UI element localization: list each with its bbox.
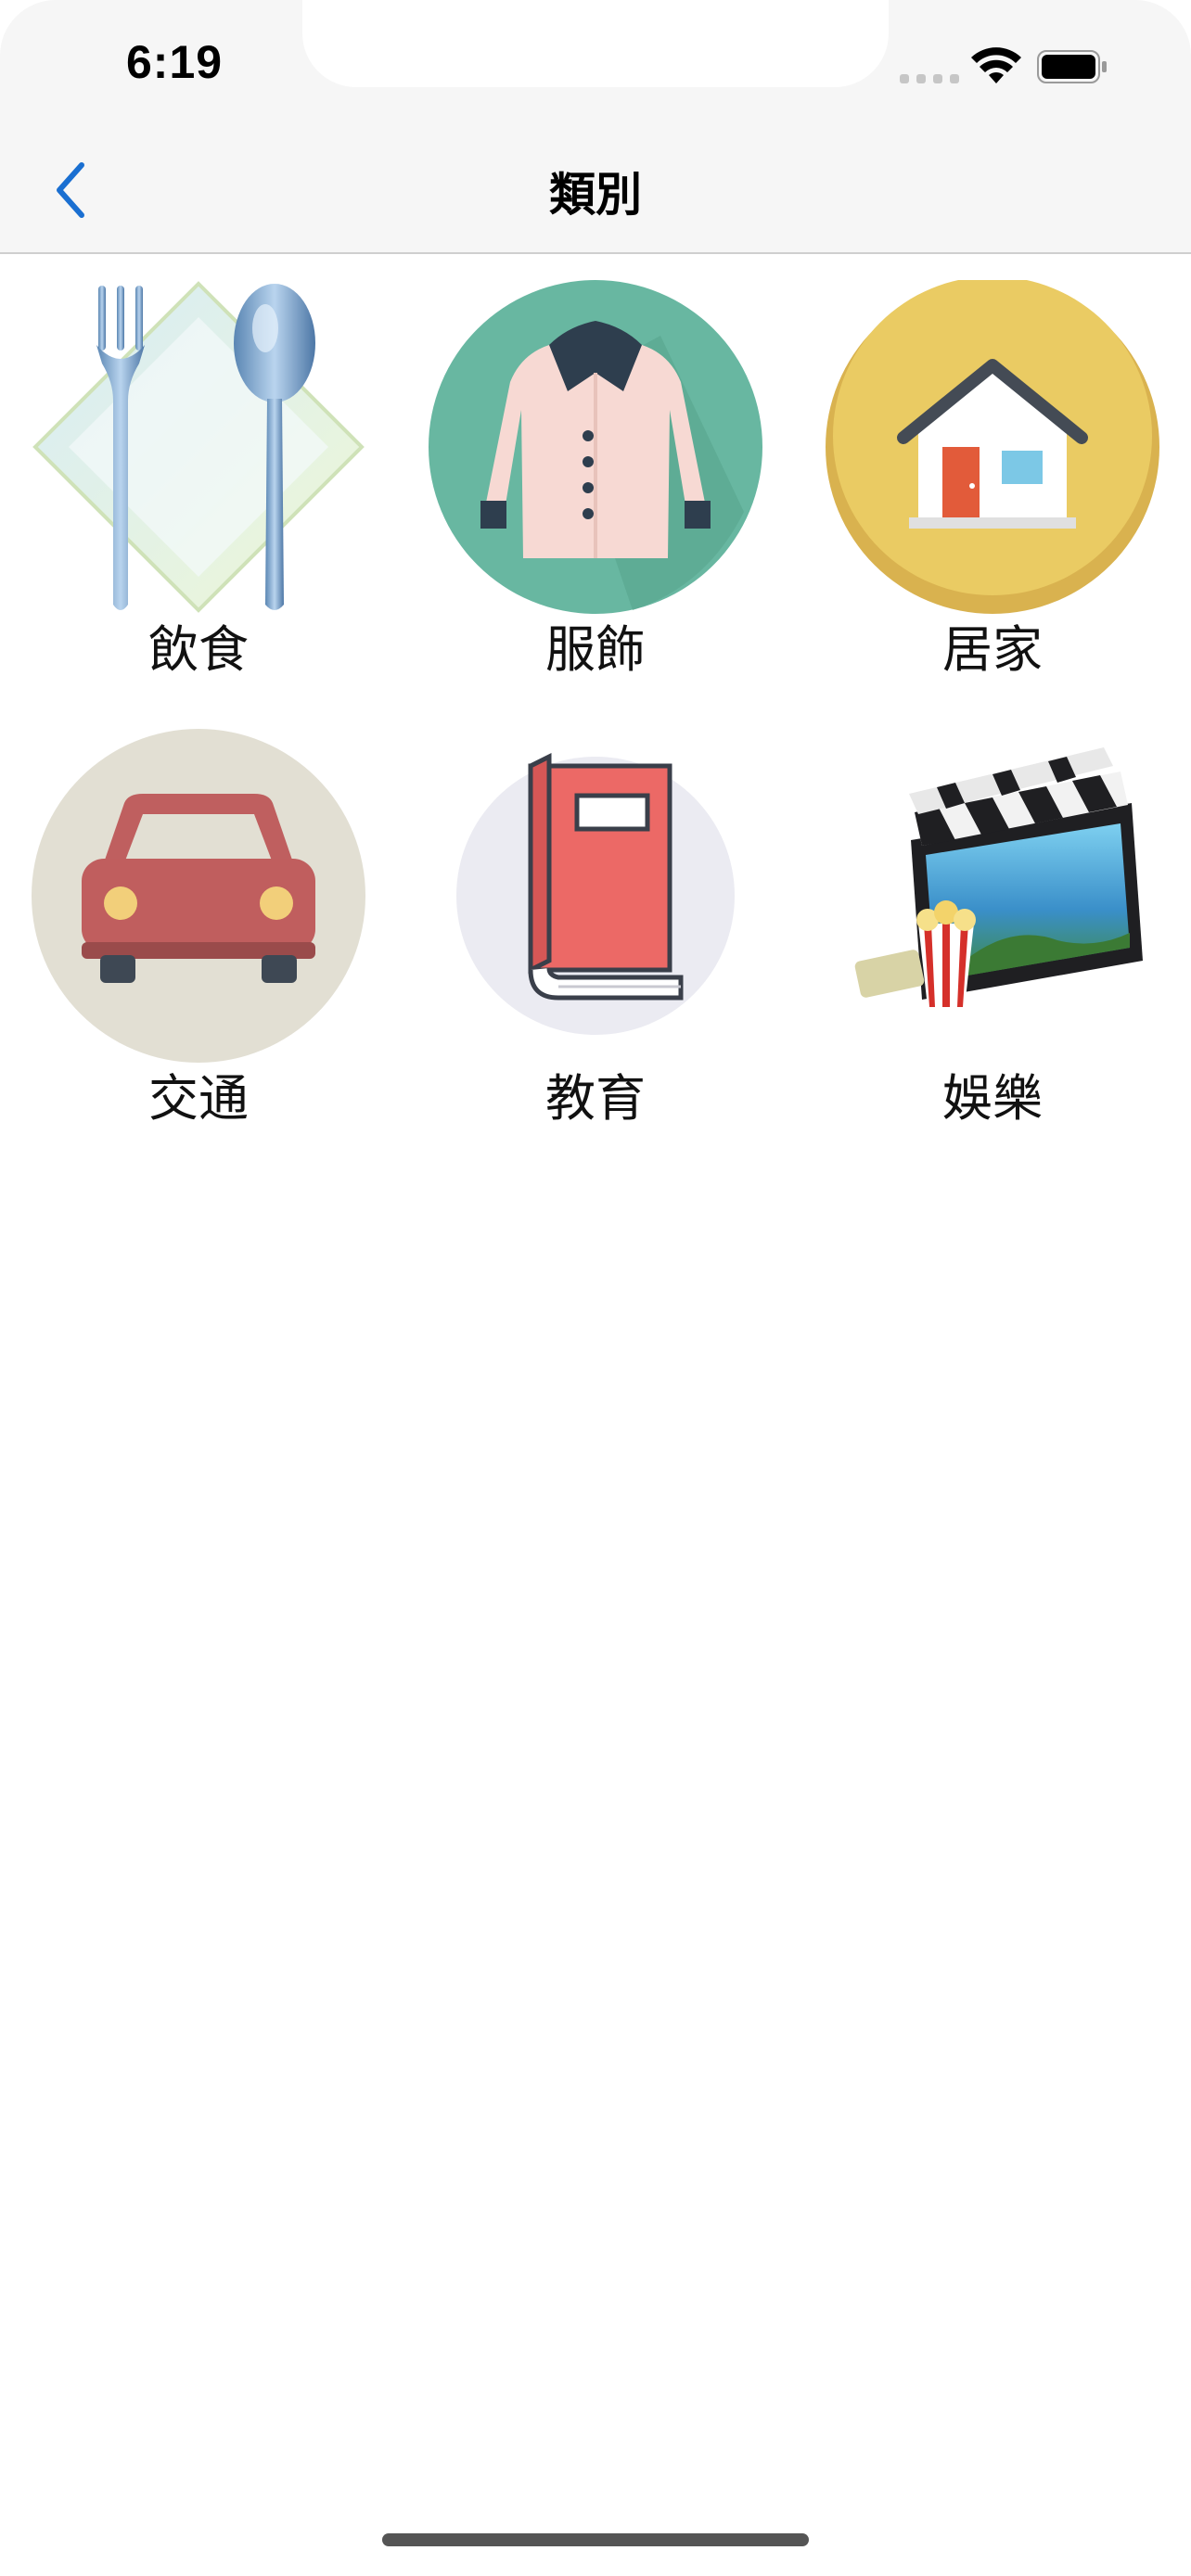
category-education[interactable]: 教育 xyxy=(397,707,794,1142)
house-icon xyxy=(826,280,1159,614)
coat-icon xyxy=(429,280,762,614)
wifi-icon xyxy=(971,47,1021,83)
screen-corner xyxy=(0,0,56,56)
notch xyxy=(302,0,889,87)
category-home[interactable]: 居家 xyxy=(794,258,1191,694)
category-label: 服飾 xyxy=(545,620,646,679)
category-food[interactable]: 飲食 xyxy=(0,258,397,694)
page-title: 類別 xyxy=(549,168,642,222)
car-icon xyxy=(32,729,365,1063)
home-indicator[interactable] xyxy=(382,2533,809,2546)
category-transport[interactable]: 交通 xyxy=(0,707,397,1142)
book-icon xyxy=(456,752,735,1035)
category-label: 娛樂 xyxy=(942,1069,1043,1128)
signal-icon xyxy=(900,74,959,83)
navigation-bar: 6:19 類別 xyxy=(0,0,1191,254)
movie-clapper-icon xyxy=(854,747,1143,1007)
category-label: 交通 xyxy=(148,1069,249,1128)
category-label: 飲食 xyxy=(148,620,249,679)
category-clothing[interactable]: 服飾 xyxy=(397,258,794,694)
battery-icon xyxy=(1037,50,1107,83)
status-time: 6:19 xyxy=(126,36,224,88)
category-entertainment[interactable]: 娛樂 xyxy=(794,707,1191,1142)
category-label: 居家 xyxy=(942,620,1043,679)
fork-spoon-icon xyxy=(32,281,365,613)
category-label: 教育 xyxy=(545,1069,646,1128)
screen-corner xyxy=(1135,0,1191,56)
